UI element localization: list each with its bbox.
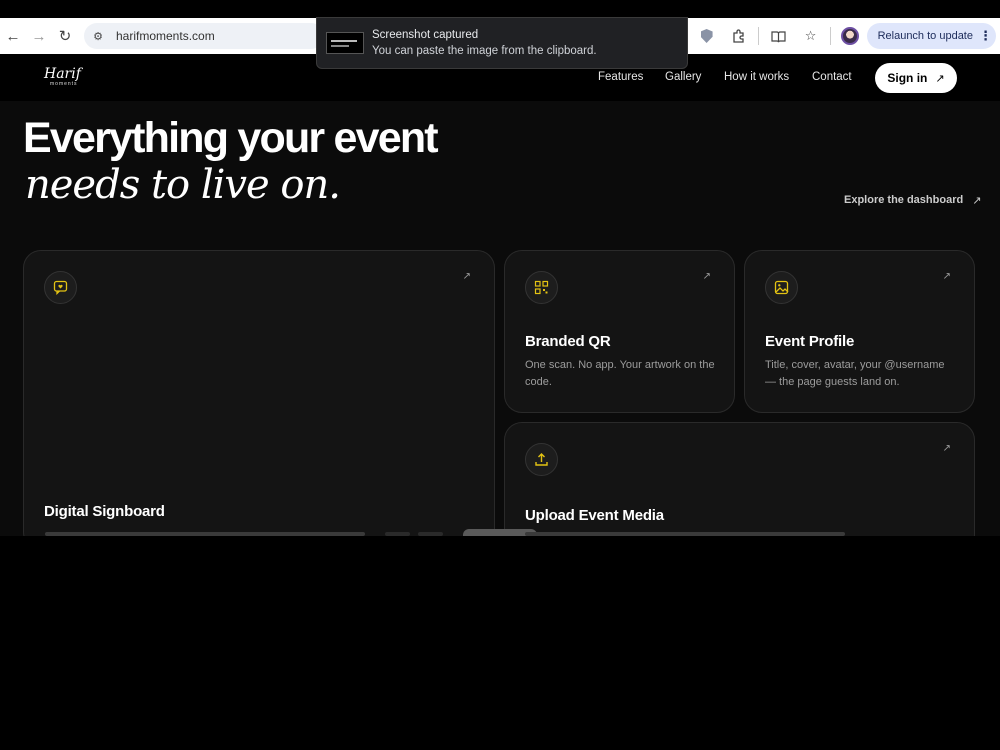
- toast-title: Screenshot captured: [372, 29, 479, 41]
- extensions-puzzle-icon[interactable]: [726, 23, 752, 49]
- hero-heading: Everything your event: [23, 114, 439, 162]
- toolbar-right: ☆ Relaunch to update ⋮: [636, 18, 1000, 54]
- feature-card-event-profile[interactable]: ↗ Event Profile Title, cover, avatar, yo…: [744, 250, 975, 413]
- arrow-up-right-icon: ↗: [942, 271, 951, 282]
- profile-avatar[interactable]: [840, 27, 859, 45]
- arrow-up-right-icon: ↗: [972, 195, 982, 207]
- back-icon[interactable]: ←: [0, 23, 26, 49]
- hero-heading-italic: needs to live on.: [25, 162, 341, 208]
- qr-code-icon: [525, 271, 558, 304]
- nav-link-gallery[interactable]: Gallery: [665, 71, 701, 83]
- url-text[interactable]: harifmoments.com: [116, 29, 215, 43]
- arrow-up-right-icon: ↗: [702, 271, 711, 282]
- site-settings-icon[interactable]: ⚙: [90, 28, 106, 44]
- extension-shield-icon[interactable]: [694, 23, 720, 49]
- sign-in-label: Sign in: [887, 71, 928, 85]
- nav-link-contact[interactable]: Contact: [812, 71, 852, 83]
- forward-icon[interactable]: →: [26, 23, 52, 49]
- arrow-up-right-icon: ↗: [942, 443, 951, 454]
- card-title: Event Profile: [765, 333, 855, 350]
- address-bar[interactable]: ⚙ harifmoments.com: [84, 23, 324, 49]
- card-title: Upload Event Media: [525, 507, 664, 524]
- website-viewport: Harif moments Features Gallery How it wo…: [0, 54, 1000, 536]
- relaunch-button[interactable]: Relaunch to update ⋮: [866, 23, 996, 49]
- arrow-up-right-icon: ↗: [462, 271, 471, 282]
- feature-card-branded-qr[interactable]: ↗ Branded QR One scan. No app. Your artw…: [504, 250, 735, 413]
- nav-link-features[interactable]: Features: [598, 71, 643, 83]
- upload-icon: [525, 443, 558, 476]
- card-description: One scan. No app. Your artwork on the co…: [525, 359, 715, 388]
- reading-mode-icon[interactable]: [766, 23, 792, 49]
- toast-body: You can paste the image from the clipboa…: [372, 45, 597, 57]
- screenshot-thumbnail[interactable]: [326, 32, 364, 54]
- screenshot-toast[interactable]: Screenshot captured You can paste the im…: [316, 17, 688, 69]
- bookmark-star-icon[interactable]: ☆: [798, 23, 824, 49]
- message-heart-icon: [44, 271, 77, 304]
- top-strip: [0, 0, 1000, 18]
- kebab-menu-icon[interactable]: ⋮: [979, 28, 992, 44]
- toolbar-divider: [829, 27, 831, 45]
- image-icon: [765, 271, 798, 304]
- blank-area: [0, 536, 1000, 750]
- arrow-up-right-icon: ↗: [935, 72, 945, 85]
- relaunch-label: Relaunch to update: [877, 30, 973, 42]
- sign-in-button[interactable]: Sign in ↗: [875, 63, 957, 93]
- nav-link-how-it-works[interactable]: How it works: [724, 71, 789, 83]
- feature-card-upload-event-media[interactable]: ↗ Upload Event Media: [504, 422, 975, 536]
- reload-icon[interactable]: ↻: [52, 23, 78, 49]
- site-nav: Features Gallery How it works Contact: [0, 71, 1000, 87]
- explore-label: Explore the dashboard: [844, 194, 964, 206]
- card-title: Branded QR: [525, 333, 611, 350]
- toast-text: Screenshot captured You can paste the im…: [372, 27, 597, 59]
- explore-dashboard-link[interactable]: Explore the dashboard ↗: [844, 194, 981, 207]
- feature-card-digital-signboard[interactable]: ↗ Digital Signboard: [23, 250, 495, 536]
- toolbar-divider: [757, 27, 759, 45]
- card-description: Title, cover, avatar, your @username — t…: [765, 359, 945, 388]
- card-title: Digital Signboard: [44, 503, 165, 520]
